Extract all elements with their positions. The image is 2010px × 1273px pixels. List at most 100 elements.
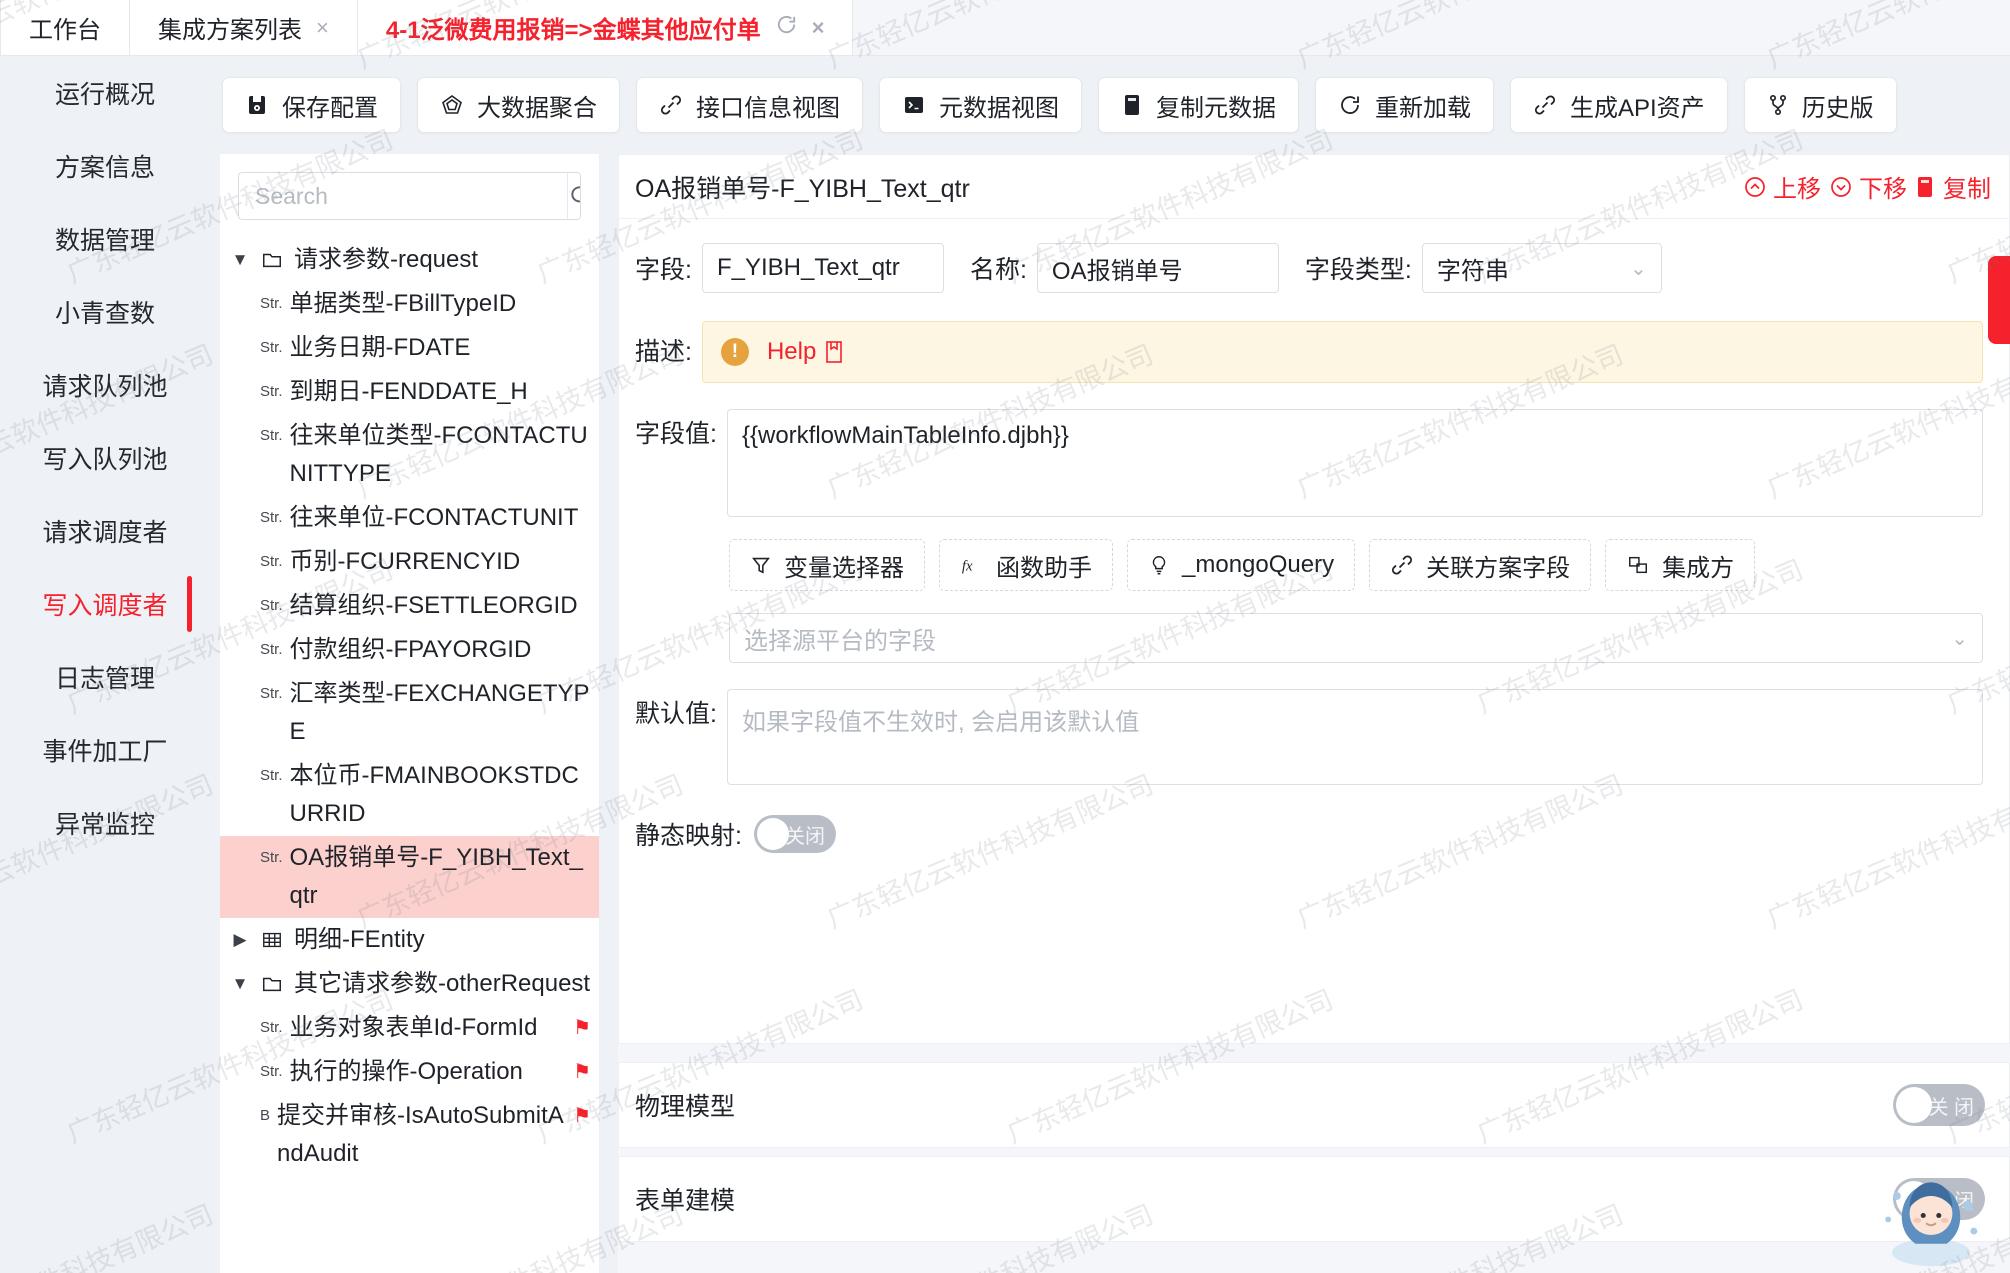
- default-value-textarea[interactable]: 如果字段值不生效时, 会启用该默认值: [726, 689, 1983, 785]
- detail-actions: 上移 下移 复制: [1743, 169, 1991, 204]
- helper-button-0[interactable]: 变量选择器: [729, 539, 925, 591]
- link-icon: [1390, 553, 1414, 577]
- tree-node[interactable]: Str. 币别-FCURRENCYID: [220, 540, 599, 584]
- tree-node[interactable]: Str. 执行的操作-Operation ⚑: [220, 1050, 599, 1094]
- tree-node[interactable]: Str. 本位币-FMAINBOOKSTDCURRID: [220, 754, 599, 836]
- detail-header: OA报销单号-F_YIBH_Text_qtr 上移 下移 复制: [619, 155, 2009, 219]
- tab-reload-icon[interactable]: [775, 13, 798, 42]
- tree-node[interactable]: Str. 单据类型-FBillTypeID: [220, 282, 599, 326]
- toolbar-button-5[interactable]: 重新加载: [1315, 77, 1494, 133]
- search-box[interactable]: [238, 172, 581, 220]
- copy-icon: [1121, 93, 1143, 117]
- help-link[interactable]: Help: [767, 338, 844, 366]
- caret-right-icon[interactable]: ▶: [220, 921, 260, 959]
- sidebar-item-label: 方案信息: [54, 153, 155, 182]
- type-tag: B: [260, 1107, 271, 1124]
- toolbar-button-2[interactable]: 接口信息视图: [636, 77, 863, 133]
- helper-button-1[interactable]: fx 函数助手: [939, 539, 1113, 591]
- toolbar-button-0[interactable]: 保存配置: [222, 77, 401, 133]
- field-input[interactable]: F_YIBH_Text_qtr: [701, 243, 944, 293]
- tree-node-label: 业务对象表单Id-FormId: [289, 1014, 538, 1041]
- toolbar-button-label: 复制元数据: [1156, 94, 1276, 122]
- tree-node-label: 到期日-FENDDATE_H: [289, 378, 528, 405]
- sidebar-item-2[interactable]: 数据管理: [0, 202, 210, 275]
- sidebar-item-5[interactable]: 写入队列池: [0, 421, 210, 494]
- static-mapping-toggle[interactable]: 关闭: [753, 815, 836, 853]
- section-form-modeling[interactable]: 表单建模 关 闭: [618, 1156, 2010, 1242]
- search-input[interactable]: [239, 173, 567, 219]
- move-down-label: 下移: [1859, 176, 1907, 203]
- type-tag: Str.: [260, 295, 283, 312]
- toolbar-button-7[interactable]: 历史版: [1743, 77, 1897, 133]
- field-type-select[interactable]: 字符串 ⌄: [1421, 243, 1662, 293]
- tab-close-icon[interactable]: ×: [812, 15, 825, 41]
- tree-node[interactable]: Str. 往来单位-FCONTACTUNIT: [220, 496, 599, 540]
- tab-close-icon[interactable]: ×: [316, 15, 329, 41]
- helper-button-label: 关联方案字段: [1426, 554, 1571, 582]
- sidebar-item-7[interactable]: 写入调度者: [0, 567, 210, 640]
- static-mapping-label: 静态映射:: [635, 822, 742, 850]
- sidebar-item-1[interactable]: 方案信息: [0, 129, 210, 202]
- tab-workbench[interactable]: 工作台: [0, 0, 130, 55]
- tree-node[interactable]: Str. 汇率类型-FEXCHANGETYPE: [220, 672, 599, 754]
- sidebar-item-3[interactable]: 小青查数: [0, 275, 210, 348]
- toolbar-button-label: 接口信息视图: [696, 94, 840, 122]
- helper-button-4[interactable]: 集成方: [1605, 539, 1756, 591]
- helper-button-2[interactable]: _mongoQuery: [1127, 539, 1356, 591]
- tab-active-solution[interactable]: 4-1泛微费用报销=>金蝶其他应付单 ×: [357, 0, 854, 55]
- tree-node[interactable]: Str. 业务日期-FDATE: [220, 326, 599, 370]
- toolbar-button-1[interactable]: 大数据聚合: [417, 77, 620, 133]
- side-drawer-handle[interactable]: [1988, 256, 2010, 344]
- move-up-button[interactable]: 上移: [1743, 169, 1821, 204]
- arrow-up-circle-icon: [1745, 176, 1765, 197]
- sidebar-item-0[interactable]: 运行概况: [0, 56, 210, 129]
- type-tag: Str.: [260, 767, 283, 784]
- tree-node-label: 本位币-FMAINBOOKSTDCURRID: [289, 762, 579, 827]
- sidebar-item-10[interactable]: 异常监控: [0, 786, 210, 859]
- toolbar-button-label: 大数据聚合: [477, 94, 597, 122]
- tree-node[interactable]: Str. 结算组织-FSETTLEORGID: [220, 584, 599, 628]
- name-input[interactable]: OA报销单号: [1036, 243, 1279, 293]
- tree-node-label: 汇率类型-FEXCHANGETYPE: [289, 680, 590, 745]
- sidebar-item-label: 日志管理: [54, 664, 155, 693]
- tree-node[interactable]: Str. 到期日-FENDDATE_H: [220, 370, 599, 414]
- tree-node[interactable]: ▶ 明细-FEntity: [220, 918, 599, 962]
- sidebar-item-6[interactable]: 请求调度者: [0, 494, 210, 567]
- source-field-select[interactable]: 选择源平台的字段 ⌄: [729, 613, 1983, 663]
- caret-down-icon[interactable]: ▼: [220, 965, 260, 1003]
- tree-node[interactable]: B 提交并审核-IsAutoSubmitAndAudit ⚑: [220, 1094, 599, 1176]
- toolbar-button-3[interactable]: 元数据视图: [879, 77, 1082, 133]
- sidebar-item-9[interactable]: 事件加工厂: [0, 713, 210, 786]
- link-icon: [1533, 93, 1557, 117]
- copy-field-button[interactable]: 复制: [1915, 169, 1991, 204]
- helper-button-3[interactable]: 关联方案字段: [1369, 539, 1592, 591]
- sidebar-item-8[interactable]: 日志管理: [0, 640, 210, 713]
- tree-node-selected[interactable]: Str. OA报销单号-F_YIBH_Text_qtr: [220, 836, 599, 918]
- field-type-label: 字段类型:: [1304, 256, 1412, 284]
- static-mapping-state: 关闭: [784, 825, 825, 848]
- sidebar-item-label: 请求队列池: [42, 372, 168, 401]
- field-value-textarea[interactable]: {{workflowMainTableInfo.djbh}}: [726, 409, 1983, 517]
- description-banner: ! Help: [701, 321, 1983, 383]
- toggle-knob: [1896, 1087, 1932, 1123]
- tree-node[interactable]: Str. 付款组织-FPAYORGID: [220, 628, 599, 672]
- move-down-button[interactable]: 下移: [1829, 169, 1907, 204]
- sidebar-item-4[interactable]: 请求队列池: [0, 348, 210, 421]
- form-modeling-toggle[interactable]: 关 闭: [1893, 1178, 1985, 1220]
- physical-model-toggle[interactable]: 关 闭: [1893, 1084, 1985, 1126]
- tree-node[interactable]: Str. 往来单位类型-FCONTACTUNITTYPE: [220, 414, 599, 496]
- caret-down-icon[interactable]: ▼: [220, 241, 260, 279]
- tree-node[interactable]: Str. 业务对象表单Id-FormId ⚑: [220, 1006, 599, 1050]
- type-tag: Str.: [260, 509, 283, 526]
- search-icon[interactable]: [567, 173, 580, 219]
- name-label: 名称:: [969, 256, 1027, 284]
- tree-node[interactable]: ▼ 请求参数-request: [220, 238, 599, 282]
- toolbar-button-4[interactable]: 复制元数据: [1098, 77, 1299, 133]
- tree-node[interactable]: ▼ 其它请求参数-otherRequest: [220, 962, 599, 1006]
- merge-icon: [1626, 554, 1650, 576]
- section-physical-model[interactable]: 物理模型 关 闭: [618, 1062, 2010, 1148]
- toolbar-button-6[interactable]: 生成API资产: [1510, 77, 1728, 133]
- helper-button-label: 变量选择器: [784, 554, 904, 582]
- tree-node-label: 提交并审核-IsAutoSubmitAndAudit: [277, 1102, 564, 1167]
- tab-solution-list[interactable]: 集成方案列表 ×: [130, 0, 358, 55]
